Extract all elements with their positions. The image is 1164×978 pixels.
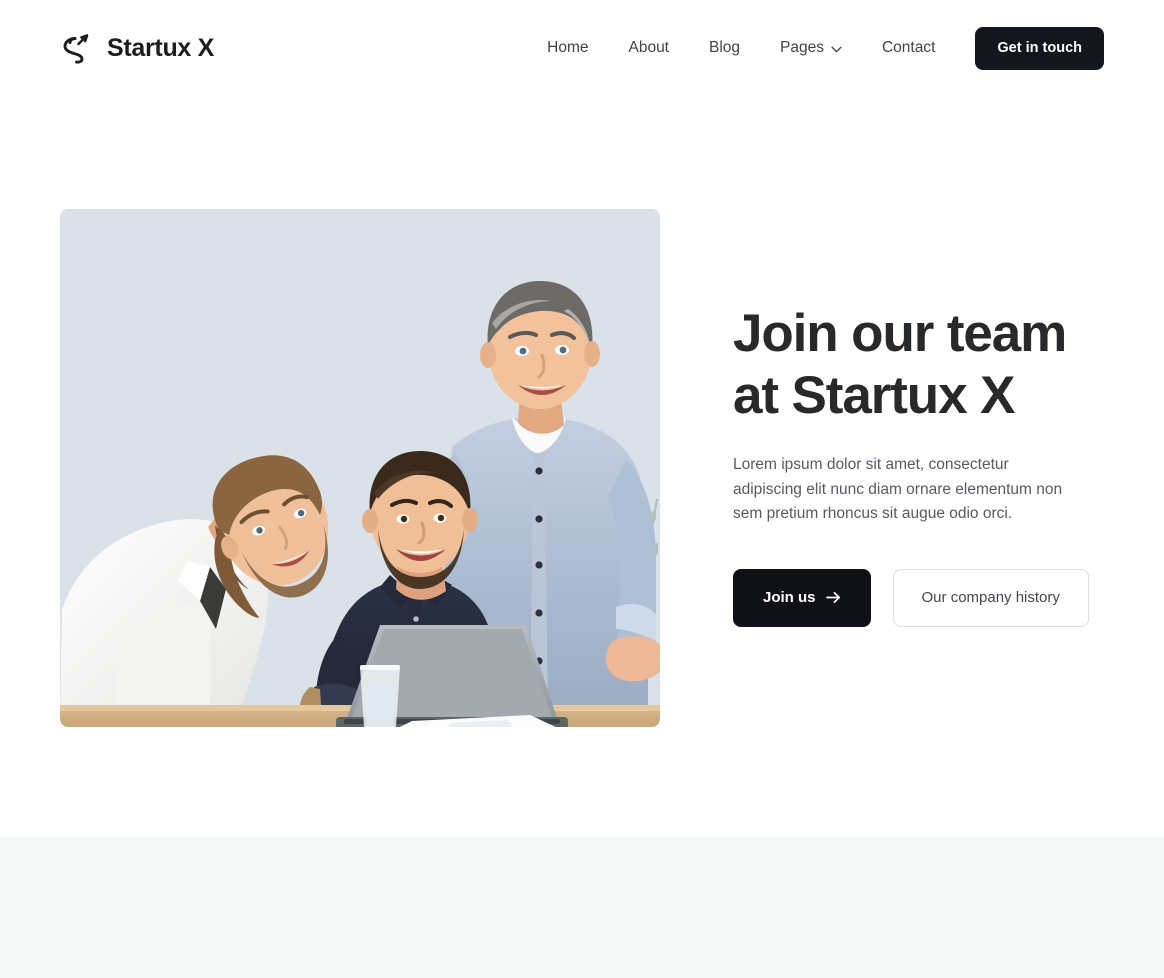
nav-item-blog[interactable]: Blog bbox=[689, 32, 760, 64]
next-section-band bbox=[0, 837, 1164, 978]
nav-item-contact[interactable]: Contact bbox=[862, 32, 955, 64]
get-in-touch-button[interactable]: Get in touch bbox=[975, 26, 1104, 70]
nav-item-label: About bbox=[628, 39, 669, 57]
nav-item-about[interactable]: About bbox=[608, 32, 689, 64]
hero-section: Join our team at Startux X Lorem ipsum d… bbox=[60, 209, 1104, 727]
primary-navigation: Home About Blog Pages Contact Get in tou… bbox=[527, 26, 1104, 70]
page-title: Join our team at Startux X bbox=[733, 304, 1067, 425]
hero-image bbox=[60, 209, 660, 727]
join-us-label: Join us bbox=[763, 589, 816, 606]
nav-item-label: Pages bbox=[780, 39, 824, 57]
chevron-down-icon bbox=[831, 46, 842, 52]
brand-name: Startux X bbox=[107, 33, 215, 62]
swirl-arrow-icon bbox=[63, 34, 89, 64]
nav-item-pages[interactable]: Pages bbox=[760, 32, 862, 64]
nav-item-label: Contact bbox=[881, 39, 936, 57]
site-header: Startux X Home About Blog Pages Contact … bbox=[0, 0, 1164, 96]
hero-actions: Join us Our company history bbox=[733, 568, 1093, 627]
nav-item-home[interactable]: Home bbox=[527, 32, 608, 64]
arrow-right-icon bbox=[825, 591, 840, 604]
nav-item-label: Home bbox=[547, 39, 589, 57]
landing-page: Startux X Home About Blog Pages Contact … bbox=[0, 0, 1164, 978]
join-us-button[interactable]: Join us bbox=[733, 568, 871, 627]
hero-copy: Join our team at Startux X Lorem ipsum d… bbox=[733, 209, 1093, 627]
team-photo bbox=[60, 209, 660, 727]
brand-logo-link[interactable]: Startux X bbox=[60, 31, 214, 65]
company-history-button[interactable]: Our company history bbox=[892, 568, 1089, 627]
hero-description: Lorem ipsum dolor sit amet, consectetur … bbox=[733, 456, 1063, 522]
nav-item-label: Blog bbox=[709, 39, 741, 57]
